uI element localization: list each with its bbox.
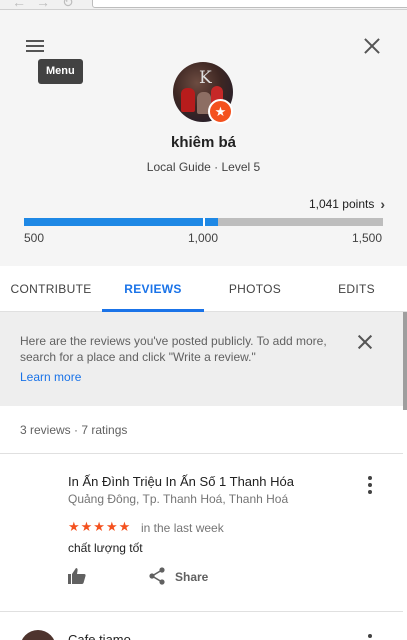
divider	[0, 611, 403, 612]
menu-icon[interactable]	[26, 40, 46, 54]
tab-photos[interactable]: PHOTOS	[204, 266, 306, 312]
profile-header: Menu K ★ khiêm bá Local Guide · Level 5 …	[0, 10, 407, 266]
scrollbar-thumb[interactable]	[403, 312, 407, 410]
scale-max: 1,500	[352, 231, 383, 245]
learn-more-link[interactable]: Learn more	[20, 370, 81, 384]
star-rating: ★★★★★	[68, 519, 132, 534]
avatar-letter-k: K	[199, 68, 212, 88]
tab-contribute[interactable]: CONTRIBUTE	[0, 266, 102, 312]
review-date: in the last week	[141, 521, 224, 535]
points-label: 1,041 points	[308, 197, 375, 211]
review-place-name[interactable]: In Ấn Đình Triệu In Ấn Số 1 Thanh Hóa	[68, 474, 294, 489]
close-icon[interactable]	[362, 36, 382, 56]
star-badge-icon: ★	[208, 99, 233, 124]
progress-fill	[24, 218, 219, 226]
review-place-address: Quảng Đông, Tp. Thanh Hoá, Thanh Hoá	[68, 492, 289, 506]
divider	[0, 453, 403, 454]
tab-bar: CONTRIBUTE REVIEWS PHOTOS EDITS	[0, 266, 407, 312]
scale-min: 500	[24, 231, 45, 245]
points-progress-bar	[24, 218, 383, 226]
forward-icon[interactable]: →	[36, 0, 50, 10]
tab-reviews[interactable]: REVIEWS	[102, 266, 204, 312]
points-link[interactable]: 1,041 points ›	[309, 196, 385, 212]
user-name: khiêm bá	[170, 134, 237, 151]
tab-edits[interactable]: EDITS	[306, 266, 407, 312]
review-counts: 3 reviews · 7 ratings	[20, 423, 128, 437]
scale-mid: 1,000	[188, 231, 219, 245]
review-text: chất lượng tốt	[68, 541, 143, 555]
guide-level: Local Guide · Level 5	[146, 160, 261, 174]
back-icon[interactable]: ←	[12, 0, 26, 10]
info-text: Here are the reviews you've posted publi…	[20, 334, 327, 364]
chevron-right-icon: ›	[380, 196, 385, 212]
info-banner: Here are the reviews you've posted publi…	[0, 312, 403, 406]
review-place-name[interactable]: Cafe tiamo	[68, 632, 131, 640]
dismiss-info-icon[interactable]	[357, 334, 373, 350]
thumb-up-icon[interactable]	[68, 568, 86, 584]
more-vert-icon[interactable]	[366, 634, 374, 640]
share-button[interactable]: Share	[175, 570, 208, 584]
browser-toolbar: ← → ↻	[0, 0, 407, 10]
business-logo	[20, 478, 56, 508]
business-logo	[20, 630, 56, 640]
menu-tooltip: Menu	[38, 59, 83, 84]
progress-midpoint-tick	[203, 218, 205, 226]
address-bar[interactable]	[92, 0, 407, 8]
share-icon[interactable]	[148, 567, 166, 585]
more-vert-icon[interactable]	[366, 476, 374, 494]
